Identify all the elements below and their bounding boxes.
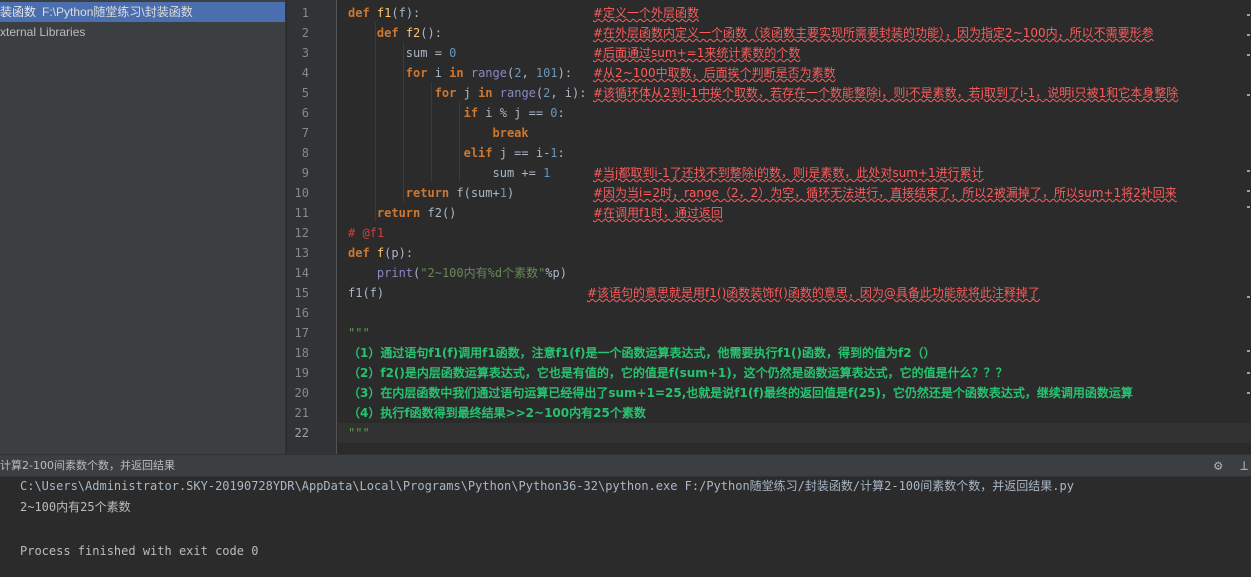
code-comment: #当j都取到i-1了还找不到整除i的数，则i是素数，此处对sum+1进行累计 [593, 166, 984, 180]
error-stripe-mark[interactable] [1247, 54, 1250, 56]
run-tool-window: 计算2-100间素数个数，并返回结果 ⚙ ⊥ C:\Users\Administ… [0, 454, 1251, 577]
code-line: for j in range(2, i): [434, 86, 587, 100]
code-comment: #后面通过sum+=1来统计素数的个数 [593, 46, 801, 60]
code-line: for i in range(2, 101): [405, 66, 573, 80]
project-root-item[interactable]: 装函数 F:\Python随堂练习\封装函数 [0, 2, 285, 22]
code-comment: #该语句的意思就是用f1()函数装饰f()函数的意思，因为@具备此功能就将此注释… [587, 286, 1040, 300]
code-comment: #在调用f1时，通过返回 [593, 206, 723, 220]
code-line: if i % j == 0: [463, 106, 565, 120]
code-line: return f(sum+1) [405, 186, 515, 200]
line-number-gutter: 1 2 3 4 5 6 7 8 9 10 11 12 13 14 15 16 1… [287, 0, 337, 454]
code-line: sum = 0 [348, 46, 457, 60]
code-line: f1(f) [348, 286, 385, 300]
line-number: 11 [294, 206, 309, 220]
code-editor[interactable]: 1 2 3 4 5 6 7 8 9 10 11 12 13 14 15 16 1… [287, 0, 1251, 454]
line-number: 4 [301, 66, 309, 80]
project-root-name: 装函数 [0, 5, 37, 19]
line-number: 16 [294, 306, 309, 320]
minimize-icon[interactable]: ⊥ [1240, 458, 1251, 474]
line-number: 15 [294, 286, 309, 300]
line-number: 22 [294, 426, 309, 440]
error-stripe-mark[interactable] [1247, 296, 1250, 298]
console-output-line: 2~100内有25个素数 [20, 500, 131, 514]
external-libraries-label: xternal Libraries [0, 25, 86, 39]
console-command-line: C:\Users\Administrator.SKY-20190728YDR\A… [20, 479, 1074, 493]
code-line: return f2() [376, 206, 457, 220]
code-comment: #定义一个外层函数 [593, 6, 700, 20]
line-number: 9 [301, 166, 309, 180]
line-number: 17 [294, 326, 309, 340]
error-stripe-mark[interactable] [1247, 94, 1250, 96]
line-number: 21 [294, 406, 309, 420]
line-number: 1 [301, 6, 309, 20]
docstring-close: """ [348, 426, 370, 440]
code-line: def f1(f): [348, 6, 421, 20]
error-stripe-mark[interactable] [1247, 190, 1250, 192]
error-stripe-mark[interactable] [1247, 392, 1250, 394]
docstring-line: （2）f2()是内层函数运算表达式，它也是有值的，它的值是f(sum+1)，这个… [348, 366, 1008, 380]
line-number: 12 [294, 226, 309, 240]
error-stripe-mark[interactable] [1247, 14, 1250, 16]
line-number: 7 [301, 126, 309, 140]
project-root-path: F:\Python随堂练习\封装函数 [42, 5, 193, 19]
line-number: 6 [301, 106, 309, 120]
code-line: def f(p): [348, 246, 414, 260]
code-line: elif j == i-1: [463, 146, 565, 160]
code-line: print("2~100内有%d个素数"%p) [376, 266, 567, 280]
current-line-highlight [338, 423, 1251, 443]
code-line: break [492, 126, 529, 140]
line-number: 14 [294, 266, 309, 280]
external-libraries-item[interactable]: xternal Libraries [0, 22, 85, 42]
console-exit-line: Process finished with exit code 0 [20, 544, 259, 558]
line-number: 18 [294, 346, 309, 360]
error-stripe-mark[interactable] [1247, 34, 1250, 36]
docstring-open: """ [348, 326, 370, 340]
docstring-line: （3）在内层函数中我们通过语句运算已经得出了sum+1=25,也就是说f1(f)… [348, 386, 1133, 400]
run-configuration-tab[interactable]: 计算2-100间素数个数，并返回结果 [0, 457, 175, 475]
error-stripe-mark[interactable] [1247, 170, 1250, 172]
code-line: sum += 1 [348, 166, 551, 180]
gear-icon[interactable]: ⚙ [1214, 458, 1230, 474]
error-stripe-mark[interactable] [1247, 206, 1250, 208]
line-number: 13 [294, 246, 309, 260]
line-number: 19 [294, 366, 309, 380]
code-line: # @f1 [348, 226, 385, 240]
line-number: 8 [301, 146, 309, 160]
line-number: 10 [294, 186, 309, 200]
code-line: def f2(): [376, 26, 442, 40]
code-comment: #该循环体从2到i-1中挨个取数，若存在一个数能整除i，则i不是素数，若j取到了… [593, 86, 1179, 100]
code-comment: #在外层函数内定义一个函数（该函数主要实现所需要封装的功能），因为指定2~100… [593, 26, 1154, 40]
line-number: 3 [301, 46, 309, 60]
code-comment: #因为当i=2时，range（2，2）为空，循环无法进行，直接结束了，所以2被漏… [593, 186, 1177, 200]
line-number: 5 [301, 86, 309, 100]
error-stripe-mark[interactable] [1247, 372, 1250, 374]
docstring-line: （1）通过语句f1(f)调用f1函数，注意f1(f)是一个函数运算表达式，他需要… [348, 346, 936, 360]
project-panel: 装函数 F:\Python随堂练习\封装函数 xternal Libraries [0, 0, 286, 454]
run-tool-window-header: 计算2-100间素数个数，并返回结果 ⚙ ⊥ [0, 455, 1251, 477]
code-comment: #从2~100中取数，后面挨个判断是否为素数 [593, 66, 836, 80]
docstring-line: （4）执行f函数得到最终结果>>2~100内有25个素数 [348, 406, 646, 420]
line-number: 20 [294, 386, 309, 400]
error-stripe-mark[interactable] [1247, 350, 1250, 352]
line-number: 2 [301, 26, 309, 40]
